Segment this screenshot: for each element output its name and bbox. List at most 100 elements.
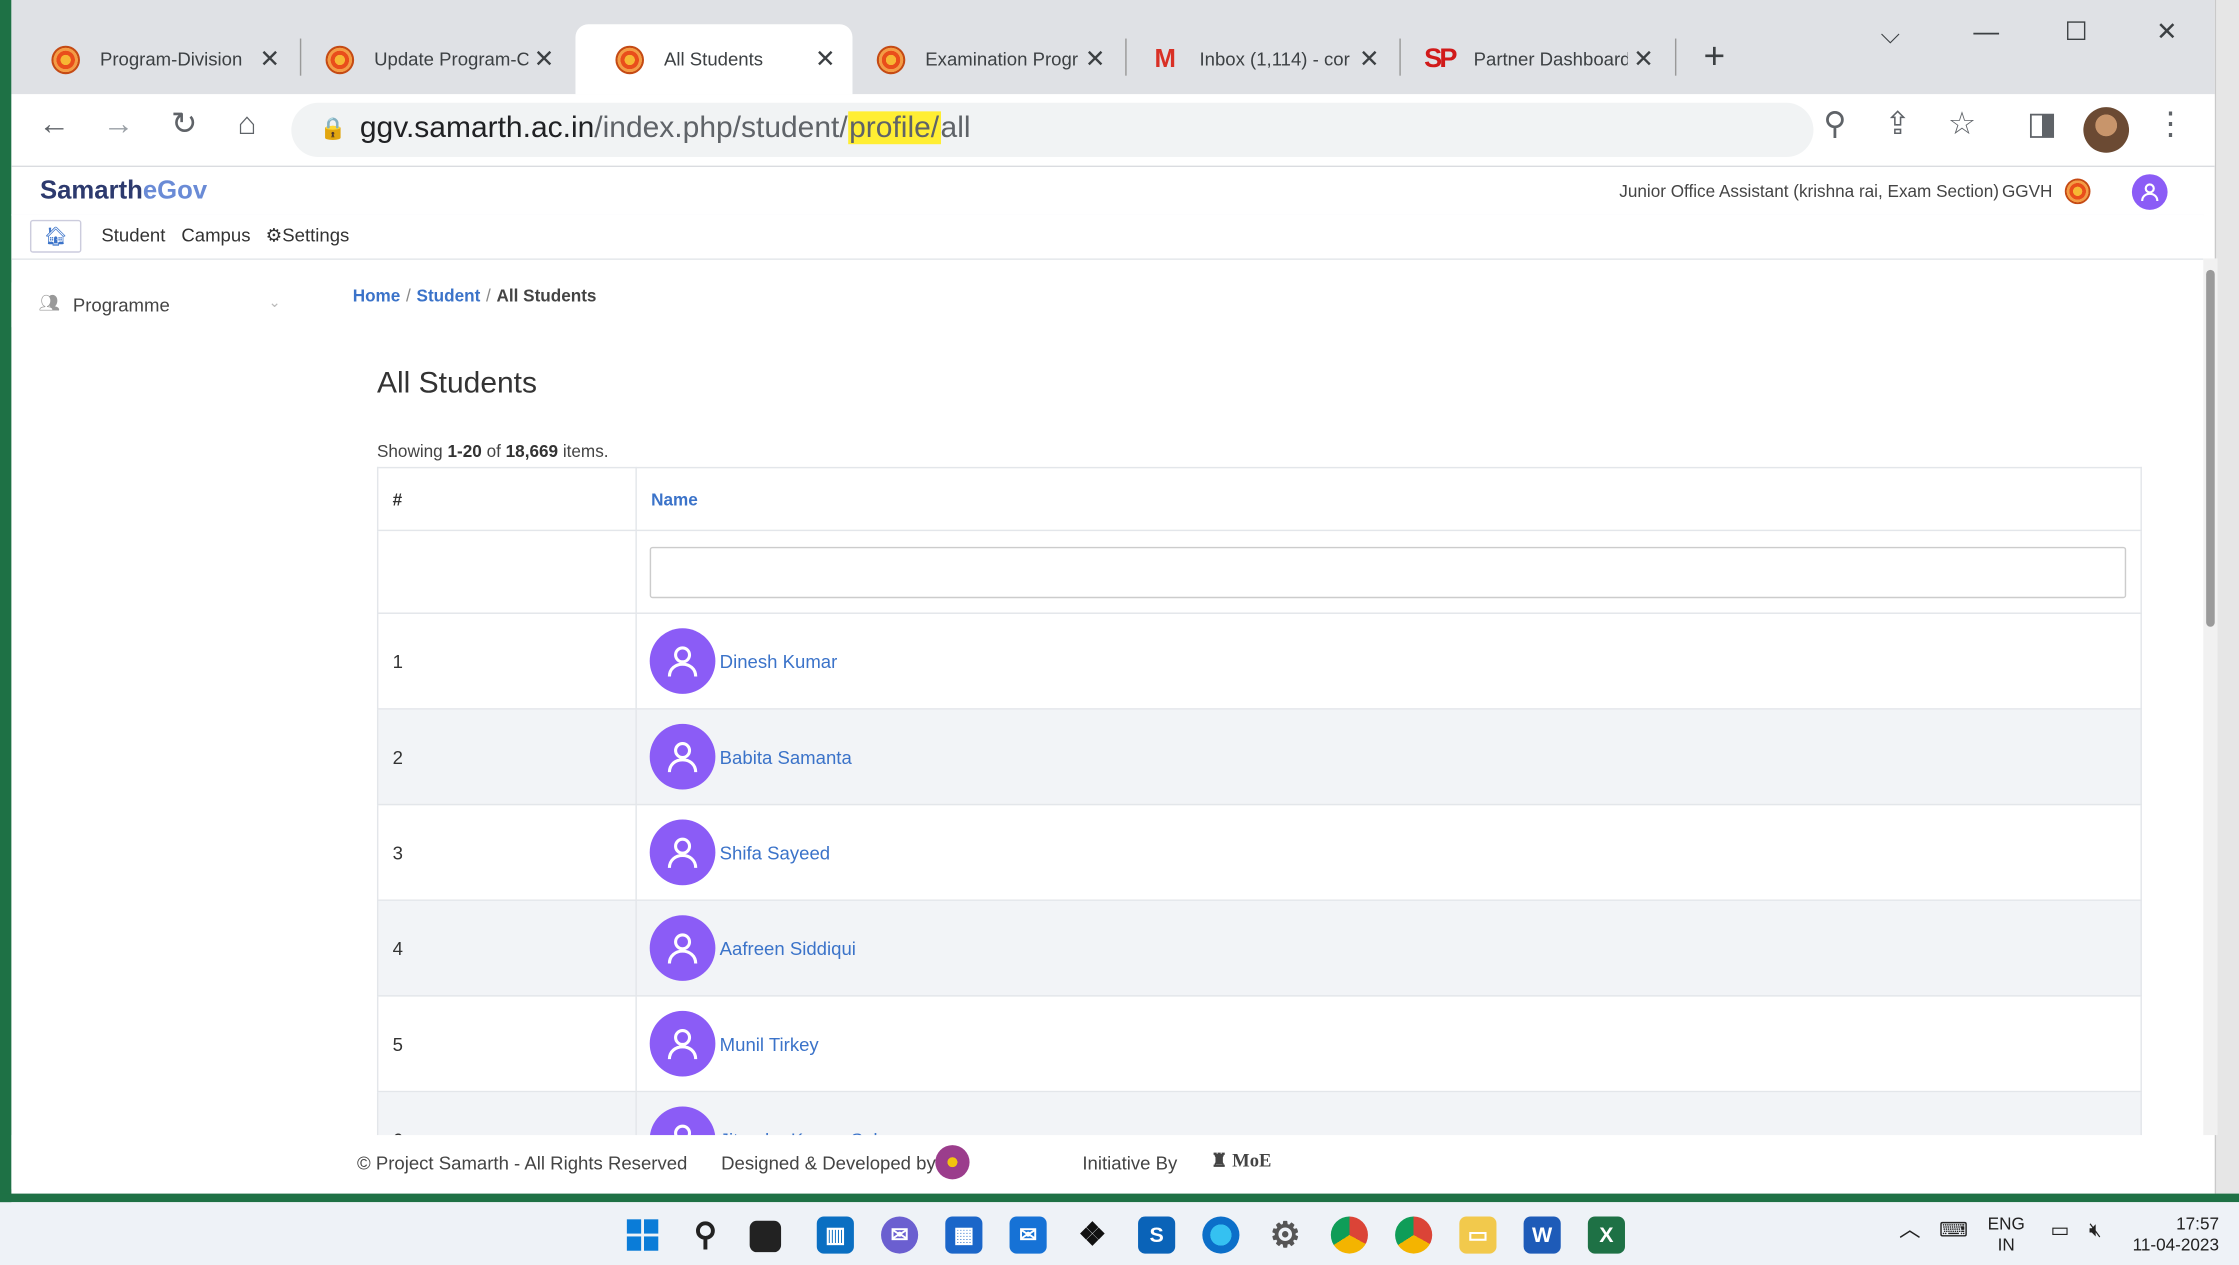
- nav-student[interactable]: Student: [101, 224, 165, 245]
- close-tab-icon[interactable]: ✕: [260, 45, 280, 74]
- home-nav-button[interactable]: 🏠︎: [29, 219, 82, 253]
- page-scrollbar[interactable]: [2203, 258, 2218, 1136]
- chrome-profile-icon[interactable]: [1395, 1216, 1433, 1254]
- table-row: 2 Babita Samanta: [376, 708, 2142, 806]
- browser-toolbar: ← → ↻ ⌂ 🔒 ggv.samarth.ac.in/index.php/st…: [11, 94, 2215, 168]
- home-icon[interactable]: ⌂: [226, 106, 269, 143]
- name-filter-input[interactable]: [649, 546, 2127, 598]
- row-number: 3: [376, 803, 637, 901]
- excel-icon[interactable]: X: [1587, 1216, 1625, 1254]
- sp-icon: SP: [1424, 43, 1457, 74]
- student-avatar[interactable]: [649, 1010, 716, 1077]
- bookmark-star-icon[interactable]: ☆: [1941, 106, 1984, 143]
- tab-title: Program-Division: [99, 48, 243, 70]
- row-name-cell: Aafreen Siddiqui: [635, 899, 2142, 997]
- moe-logo: ♜ MoE: [1210, 1149, 1272, 1171]
- user-icon: [667, 1029, 698, 1060]
- samarth-favicon-icon: [615, 44, 644, 74]
- tray-chevron-icon[interactable]: ︿: [1899, 1219, 1920, 1240]
- share-icon[interactable]: ⇪: [1876, 106, 1919, 143]
- more-menu-icon[interactable]: ⋮: [2149, 106, 2192, 143]
- settings-gear-icon[interactable]: ⚙: [1267, 1216, 1304, 1255]
- chat-icon[interactable]: ✉: [881, 1216, 919, 1254]
- chrome-icon[interactable]: [1330, 1216, 1368, 1254]
- maximize-icon[interactable]: ☐: [2065, 17, 2088, 47]
- sidebar-programme[interactable]: 👥︎ Programme ⌄: [11, 278, 309, 332]
- user-icon: [667, 933, 698, 964]
- new-tab-icon[interactable]: +: [1704, 34, 1726, 78]
- back-icon[interactable]: ←: [33, 106, 76, 143]
- tab-examination-program[interactable]: Examination Progr ✕: [837, 24, 1123, 94]
- student-name-link[interactable]: Dinesh Kumar: [720, 650, 838, 671]
- tab-program-division[interactable]: Program-Division ✕: [11, 24, 297, 94]
- word-icon[interactable]: W: [1523, 1216, 1561, 1254]
- app-s-icon[interactable]: S: [1138, 1216, 1176, 1254]
- nav-settings[interactable]: ⚙Settings: [266, 224, 350, 247]
- student-avatar[interactable]: [649, 819, 716, 886]
- student-avatar[interactable]: [649, 915, 716, 981]
- student-avatar[interactable]: [649, 723, 716, 790]
- close-tab-icon[interactable]: ✕: [1359, 45, 1379, 74]
- start-icon[interactable]: [624, 1216, 661, 1253]
- users-icon: 👥︎: [38, 292, 61, 313]
- tab-search-chevron-icon[interactable]: ⌵: [1881, 20, 1901, 50]
- row-name-cell: Munil Tirkey: [635, 995, 2142, 1093]
- breadcrumb: Home / Student / All Students: [352, 285, 597, 306]
- designed-by-text: Designed & Developed by: [721, 1152, 936, 1174]
- network-icon[interactable]: ▭: [2051, 1219, 2070, 1240]
- org-switcher[interactable]: GGVH: [2002, 181, 2052, 201]
- reload-icon[interactable]: ↻: [163, 106, 206, 143]
- student-entry: Babita Samanta: [638, 723, 2139, 790]
- student-name-link[interactable]: Shifa Sayeed: [720, 842, 830, 863]
- user-role-text: Junior Office Assistant (krishna rai, Ex…: [1619, 181, 1999, 202]
- url-text: ggv.samarth.ac.in/index.php/student/prof…: [359, 111, 971, 145]
- language-indicator[interactable]: ENG IN: [1988, 1214, 2025, 1257]
- close-tab-icon[interactable]: ✕: [815, 45, 835, 74]
- user-menu-avatar[interactable]: [2131, 174, 2168, 210]
- store-icon[interactable]: ▦: [945, 1216, 983, 1254]
- breadcrumb-student[interactable]: Student: [417, 286, 481, 306]
- dropbox-icon[interactable]: ❖: [1074, 1216, 1111, 1253]
- tab-gmail-inbox[interactable]: M Inbox (1,114) - cor ✕: [1111, 24, 1397, 94]
- tab-all-students[interactable]: All Students ✕: [575, 24, 853, 95]
- minimize-icon[interactable]: —: [1973, 17, 1999, 47]
- background-window-strip: [2214, 0, 2239, 1194]
- file-explorer-icon[interactable]: ▭: [1459, 1216, 1497, 1254]
- brand-logo[interactable]: SamartheGov: [40, 176, 207, 206]
- side-panel-icon[interactable]: ◨: [2021, 106, 2064, 143]
- windows-taskbar: ⚲ ▥ ✉ ▦ ✉ ❖ S ⚙ ▭ W X ︿ ⌨ ENG IN ▭ 🔇︎ 17:…: [0, 1202, 2239, 1265]
- close-tab-icon[interactable]: ✕: [1085, 45, 1105, 74]
- nav-campus[interactable]: Campus: [181, 224, 250, 245]
- widgets-icon[interactable]: ▥: [816, 1216, 854, 1254]
- column-header-name[interactable]: Name: [635, 466, 2142, 532]
- lock-icon: 🔒: [319, 117, 347, 142]
- student-name-link[interactable]: Aafreen Siddiqui: [720, 937, 856, 958]
- student-avatar[interactable]: [649, 628, 716, 694]
- volume-icon[interactable]: 🔇︎: [2089, 1219, 2102, 1240]
- address-bar[interactable]: 🔒 ggv.samarth.ac.in/index.php/student/pr…: [291, 102, 1814, 158]
- zoom-icon[interactable]: ⚲: [1813, 106, 1856, 143]
- student-entry: Aafreen Siddiqui: [638, 915, 2139, 981]
- clock[interactable]: 17:57 11-04-2023: [2130, 1214, 2219, 1257]
- tab-strip: Program-Division ✕ Update Program-C ✕ Al…: [11, 0, 2215, 95]
- tab-title: Inbox (1,114) - cor: [1199, 48, 1350, 70]
- breadcrumb-home[interactable]: Home: [353, 286, 401, 306]
- close-window-icon[interactable]: ✕: [2156, 17, 2178, 47]
- table-row: 5 Munil Tirkey: [376, 995, 2142, 1093]
- mail-icon[interactable]: ✉: [1009, 1216, 1047, 1254]
- forward-icon[interactable]: →: [97, 106, 140, 143]
- tab-partner-dashboard[interactable]: SP Partner Dashboard ✕: [1385, 24, 1671, 94]
- scrollbar-thumb[interactable]: [2206, 269, 2215, 627]
- copyright-text: © Project Samarth - All Rights Reserved: [356, 1152, 688, 1174]
- tab-update-program[interactable]: Update Program-C ✕: [286, 24, 572, 94]
- profile-avatar[interactable]: [2083, 107, 2130, 153]
- close-tab-icon[interactable]: ✕: [1633, 45, 1653, 74]
- student-name-link[interactable]: Munil Tirkey: [720, 1033, 819, 1054]
- keyboard-icon[interactable]: ⌨: [1939, 1219, 1968, 1240]
- close-tab-icon[interactable]: ✕: [534, 45, 554, 74]
- search-icon[interactable]: ⚲: [687, 1216, 724, 1253]
- edge-icon[interactable]: [1202, 1216, 1240, 1254]
- page-title: All Students: [376, 366, 538, 400]
- task-view-icon[interactable]: [749, 1220, 782, 1253]
- student-name-link[interactable]: Babita Samanta: [720, 746, 852, 767]
